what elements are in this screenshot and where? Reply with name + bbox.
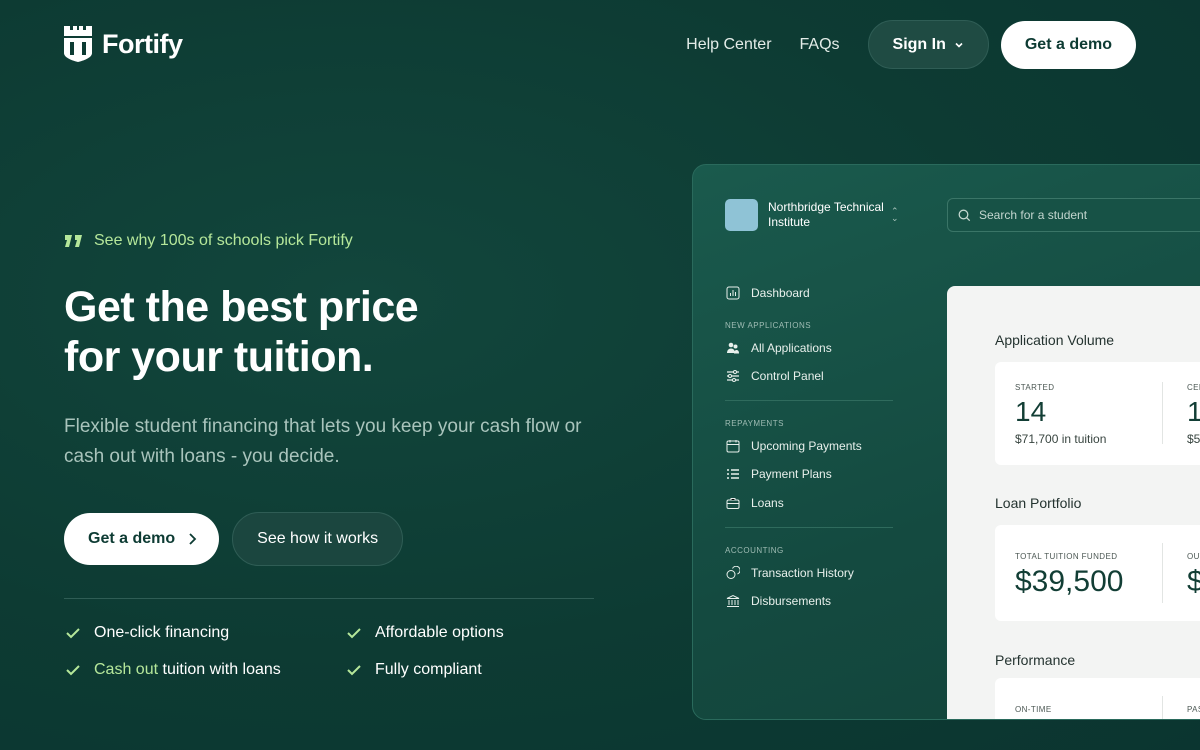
sidebar-item-label: Disbursements: [751, 594, 832, 608]
sidebar-section-accounting: ACCOUNTING: [725, 546, 784, 555]
dashboard-main-panel: Application Volume STARTED 14 $71,700 in…: [947, 286, 1200, 719]
feature-text: Cash out tuition with loans: [94, 661, 281, 679]
check-icon: [347, 665, 361, 676]
org-avatar: [725, 199, 758, 231]
landing-page: Fortify Help Center FAQs Sign In Get a d…: [0, 0, 1200, 750]
feature-item: Cash out tuition with loans: [64, 661, 345, 679]
certified-value: 17: [1187, 396, 1200, 428]
hero-divider: [64, 598, 594, 599]
loan-portfolio-title: Loan Portfolio: [995, 495, 1082, 511]
check-icon: [66, 628, 80, 639]
bank-icon: [725, 593, 741, 609]
sidebar-item-disbursements[interactable]: Disbursements: [725, 591, 893, 611]
started-sub: $71,700 in tuition: [1015, 432, 1107, 446]
tagline-text: See why 100s of schools pick Fortify: [94, 232, 353, 249]
headline-line-2: for your tuition.: [64, 333, 374, 381]
hero-get-demo-label: Get a demo: [88, 530, 176, 547]
feature-text: One-click financing: [94, 624, 230, 641]
feature-item: One-click financing: [64, 624, 345, 642]
loan-portfolio-card[interactable]: TOTAL TUITION FUNDED $39,500 OUT $: [995, 525, 1200, 621]
nav-help-center[interactable]: Help Center: [686, 36, 771, 54]
funded-label: TOTAL TUITION FUNDED: [1015, 552, 1118, 561]
sidebar-item-payment-plans[interactable]: Payment Plans: [725, 464, 893, 484]
org-switcher[interactable]: Northbridge Technical Institute: [725, 199, 888, 231]
sliders-icon: [725, 368, 741, 384]
sidebar-item-dashboard[interactable]: Dashboard: [725, 283, 893, 303]
hero-subtext: Flexible student financing that lets you…: [64, 416, 582, 467]
sign-in-label: Sign In: [892, 35, 946, 53]
users-icon: [725, 340, 741, 356]
feature-text-rest: tuition with loans: [158, 661, 281, 678]
sidebar-item-label: Payment Plans: [751, 467, 832, 481]
feature-list: One-click financing Affordable options C…: [64, 624, 624, 679]
hero-tagline[interactable]: See why 100s of schools pick Fortify: [64, 232, 353, 250]
sidebar-item-control-panel[interactable]: Control Panel: [725, 366, 893, 386]
hero-cta-row: Get a demo See how it works: [64, 512, 404, 566]
sidebar-item-loans[interactable]: Loans: [725, 493, 893, 513]
sidebar-item-label: Transaction History: [751, 566, 854, 580]
dashboard-sidebar: Dashboard NEW APPLICATIONS All Applicati…: [725, 283, 893, 611]
quote-icon: [65, 235, 82, 247]
sidebar-item-upcoming-payments[interactable]: Upcoming Payments: [725, 436, 893, 456]
application-volume-title: Application Volume: [995, 332, 1115, 348]
search-placeholder: Search for a student: [979, 208, 1088, 222]
card-divider: [1162, 696, 1163, 719]
calendar-icon: [725, 438, 741, 454]
sidebar-section-repayments: REPAYMENTS: [725, 419, 784, 428]
sidebar-item-all-applications[interactable]: All Applications: [725, 338, 893, 358]
sidebar-item-transaction-history[interactable]: Transaction History: [725, 563, 893, 583]
past-due-label: PAS: [1187, 705, 1200, 714]
sidebar-section-new-applications: NEW APPLICATIONS: [725, 321, 812, 330]
see-how-it-works-button[interactable]: See how it works: [232, 512, 404, 566]
sidebar-divider: [725, 400, 893, 401]
funded-value: $39,500: [1015, 565, 1124, 598]
brand-name: Fortify: [102, 28, 183, 59]
briefcase-icon: [725, 495, 741, 511]
outstanding-value: $: [1187, 565, 1200, 599]
feature-text: Affordable options: [375, 624, 504, 641]
on-time-label: ON-TIME: [1015, 705, 1052, 714]
started-label: STARTED: [1015, 383, 1055, 392]
headline-line-1: Get the best price: [64, 283, 419, 331]
check-icon: [347, 628, 361, 639]
top-nav: Help Center FAQs Sign In Get a demo: [686, 20, 1136, 69]
chevron-right-icon: [189, 533, 197, 545]
brand-logo[interactable]: Fortify: [64, 26, 183, 62]
sidebar-item-label: Control Panel: [751, 369, 824, 383]
check-icon: [66, 665, 80, 676]
feature-item: Fully compliant: [345, 661, 605, 679]
castle-icon: [64, 26, 92, 62]
certified-sub: $5: [1187, 432, 1200, 446]
hero-headline: Get the best price for your tuition.: [64, 282, 624, 382]
certified-label: CER: [1187, 383, 1200, 392]
sidebar-item-label: All Applications: [751, 341, 832, 355]
performance-card[interactable]: ON-TIME PAS: [995, 678, 1200, 719]
application-volume-card[interactable]: STARTED 14 $71,700 in tuition CER 17 $5: [995, 362, 1200, 465]
feature-highlight: Cash out: [94, 661, 159, 678]
nav-faqs[interactable]: FAQs: [800, 36, 840, 54]
student-search[interactable]: Search for a student: [947, 198, 1200, 232]
search-icon: [958, 209, 971, 221]
chart-icon: [725, 285, 741, 301]
outstanding-label: OUT: [1187, 552, 1200, 561]
list-icon: [725, 466, 741, 482]
nav-get-demo-button[interactable]: Get a demo: [1000, 20, 1136, 69]
card-divider: [1162, 543, 1163, 603]
started-value: 14: [1015, 396, 1047, 427]
hero-get-demo-button[interactable]: Get a demo: [64, 513, 220, 565]
feature-text: Fully compliant: [375, 661, 482, 678]
sign-in-button[interactable]: Sign In: [867, 20, 989, 69]
feature-item: Affordable options: [345, 624, 605, 642]
chevron-down-icon: [955, 42, 963, 48]
card-divider: [1162, 382, 1163, 444]
chevron-up-down-icon[interactable]: ⌃ ⌄: [891, 207, 899, 223]
sidebar-item-label: Loans: [751, 496, 784, 510]
dashboard-preview: Northbridge Technical Institute ⌃ ⌄ Searc…: [692, 164, 1200, 720]
coins-icon: [725, 565, 741, 581]
sidebar-item-label: Dashboard: [751, 286, 810, 300]
org-name: Northbridge Technical Institute: [768, 200, 884, 229]
sidebar-item-label: Upcoming Payments: [751, 439, 862, 453]
sidebar-divider: [725, 527, 893, 528]
performance-title: Performance: [995, 652, 1076, 668]
